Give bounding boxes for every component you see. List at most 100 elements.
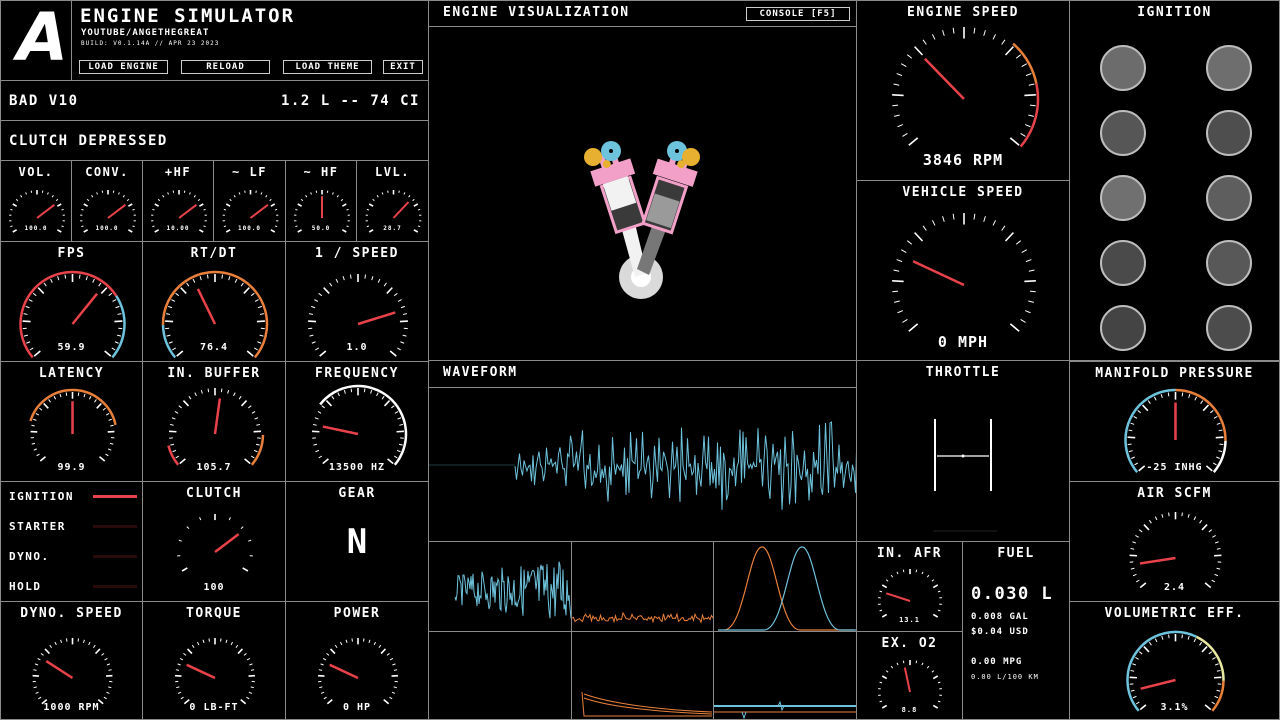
audio-gauge-5-value: 28.7 — [383, 225, 402, 232]
reload-button[interactable]: RELOAD — [181, 60, 270, 74]
engine-name: BAD V10 — [9, 93, 79, 109]
mini-plot-1 — [428, 541, 572, 632]
power-gauge-value: 0 HP — [342, 702, 372, 713]
dyno-indicator-bar — [93, 555, 137, 558]
build-text: BUILD: V0.1.14A // APR 23 2023 — [81, 40, 220, 47]
waveform-plot — [429, 421, 856, 510]
volumetric-eff-gauge-value: 3.1% — [1160, 702, 1189, 713]
mini-plot-2 — [571, 541, 714, 632]
ignition-cylinder-6 — [1206, 175, 1252, 221]
inv-speed-gauge-needle — [357, 311, 396, 326]
fuel-liters: 0.030 L — [971, 584, 1054, 604]
cam-right-yellow — [682, 148, 700, 166]
engine-visualization-panel: ENGINE VISUALIZATION CONSOLE [F5] — [428, 0, 857, 361]
ignition-indicator-label: IGNITION — [9, 490, 74, 503]
air-scfm-gauge-needle — [1139, 556, 1176, 565]
audio-gauge-2-value: 10.00 — [166, 225, 190, 232]
indicator-panel: IGNITION STARTER DYNO. HOLD — [0, 481, 143, 602]
manifold-pressure-gauge-value: -25 INHG — [1146, 462, 1203, 473]
vehicle-speed-gauge-needle — [912, 260, 965, 287]
vehicle-speed-gauge-value: 0 MPH — [937, 333, 989, 351]
audio-gauge-5-needle — [392, 201, 410, 219]
clutch-gauge-needle — [214, 533, 240, 553]
afr-gauge: IN. AFR 13.1 — [856, 541, 963, 632]
ex-o2-gauge-needle — [903, 667, 911, 693]
clutch-gauge-value: 100 — [203, 582, 225, 593]
fuel-cost: $0.04 USD — [971, 627, 1029, 637]
rtdt-gauge-needle — [196, 288, 217, 325]
engine-v-drawing — [584, 141, 700, 299]
engine-speed-gauge-value: 3846 RPM — [922, 151, 1004, 169]
frequency-gauge-value: 13500 HZ — [328, 462, 386, 473]
audio-gauge-4-value: 50.0 — [311, 225, 331, 232]
header-panel: A ENGINE SIMULATOR YOUTUBE/ANGETHEGREAT … — [0, 0, 429, 81]
fuel-l100: 0.00 L/100 KM — [971, 673, 1039, 681]
fuel-title: FUEL — [997, 546, 1035, 561]
fuel-mpg: 0.00 MPG — [971, 657, 1023, 667]
latency-gauge-value: 99.9 — [57, 462, 86, 473]
power-gauge: POWER 0 HP — [285, 601, 429, 720]
audio-gauge-1: CONV. 100.0 — [71, 160, 143, 242]
clutch-gauge: CLUTCH 100 — [142, 481, 286, 602]
gear-value: N — [346, 522, 368, 562]
afr-gauge-value: 13.1 — [899, 616, 920, 624]
ex-o2-gauge: EX. O2 8.8 — [856, 631, 963, 720]
engine-info-row: BAD V10 1.2 L -- 74 CI — [0, 80, 429, 121]
ignition-cylinder-2 — [1206, 45, 1252, 91]
starter-indicator-label: STARTER — [9, 520, 66, 533]
audio-gauge-3-value: 100.0 — [237, 225, 262, 232]
mini-plot-6 — [713, 631, 857, 720]
audio-gauge-2: +HF 10.00 — [142, 160, 214, 242]
frequency-gauge-needle — [322, 425, 359, 436]
load-theme-button[interactable]: LOAD THEME — [283, 60, 372, 74]
fps-gauge-value: 59.9 — [57, 342, 86, 353]
audio-gauge-4: ~ HF 50.0 — [285, 160, 357, 242]
volumetric-eff-gauge: VOLUMETRIC EFF. 3.1% — [1069, 601, 1280, 720]
air-scfm-gauge-value: 2.4 — [1163, 582, 1186, 593]
load-engine-button[interactable]: LOAD ENGINE — [79, 60, 168, 74]
ignition-cylinder-4 — [1206, 110, 1252, 156]
manifold-pressure-gauge: MANIFOLD PRESSURE -25 INHG — [1069, 361, 1280, 482]
ex-o2-gauge-value: 8.8 — [901, 706, 918, 714]
app-logo: A — [1, 0, 72, 80]
audio-gauge-0: VOL. 100.0 — [0, 160, 72, 242]
ignition-panel: IGNITION — [1069, 0, 1280, 361]
dyno-speed-gauge-value: 1000 RPM — [43, 702, 100, 713]
in-buffer-gauge-needle — [213, 398, 222, 435]
dyno-speed-gauge: DYNO. SPEED 1000 RPM — [0, 601, 143, 720]
fuel-panel: FUEL 0.030 L 0.008 GAL $0.04 USD 0.00 MP… — [962, 541, 1070, 720]
in-buffer-gauge-value: 105.7 — [196, 462, 232, 473]
frequency-gauge: FREQUENCY 13500 HZ — [285, 361, 429, 482]
clutch-status: CLUTCH DEPRESSED — [9, 133, 168, 149]
audio-gauge-2-needle — [178, 203, 198, 219]
torque-gauge-value: 0 LB-FT — [189, 702, 239, 713]
afr-gauge-needle — [885, 592, 911, 602]
vehicle-speed-gauge: VEHICLE SPEED 0 MPH — [856, 180, 1070, 361]
audio-gauge-1-needle — [107, 203, 127, 219]
logo-letter: A — [17, 0, 69, 76]
waveform-panel: WAVEFORM — [428, 360, 857, 542]
throttle-indicator — [933, 419, 997, 532]
dyno-speed-gauge-needle — [45, 660, 74, 680]
fps-gauge: FPS 59.9 — [0, 241, 143, 362]
ignition-cylinder-8 — [1206, 240, 1252, 286]
engine-speed-gauge: ENGINE SPEED 3846 RPM — [856, 0, 1070, 181]
distribution-orange — [723, 546, 854, 631]
mini-plot-4 — [428, 631, 572, 720]
mini-plot-5 — [571, 631, 714, 720]
exit-button[interactable]: EXIT — [383, 60, 423, 74]
ignition-cylinder-5 — [1100, 175, 1146, 221]
audio-gauge-0-value: 100.0 — [24, 225, 48, 232]
ignition-cylinder-9 — [1100, 305, 1146, 351]
inv-speed-gauge: 1 / SPEED 1.0 — [285, 241, 429, 362]
audio-gauge-0-needle — [36, 203, 56, 219]
torque-gauge-needle — [186, 663, 216, 680]
audio-gauge-5: LVL. 28.7 — [356, 160, 429, 242]
channel-text: YOUTUBE/ANGETHEGREAT — [81, 28, 210, 38]
starter-indicator-bar — [93, 525, 137, 528]
ignition-cylinder-1 — [1100, 45, 1146, 91]
engine-speed-gauge-needle — [923, 57, 965, 100]
ignition-title: IGNITION — [1137, 5, 1212, 20]
audio-gauge-3: ~ LF 100.0 — [213, 160, 286, 242]
gear-title: GEAR — [338, 486, 376, 501]
